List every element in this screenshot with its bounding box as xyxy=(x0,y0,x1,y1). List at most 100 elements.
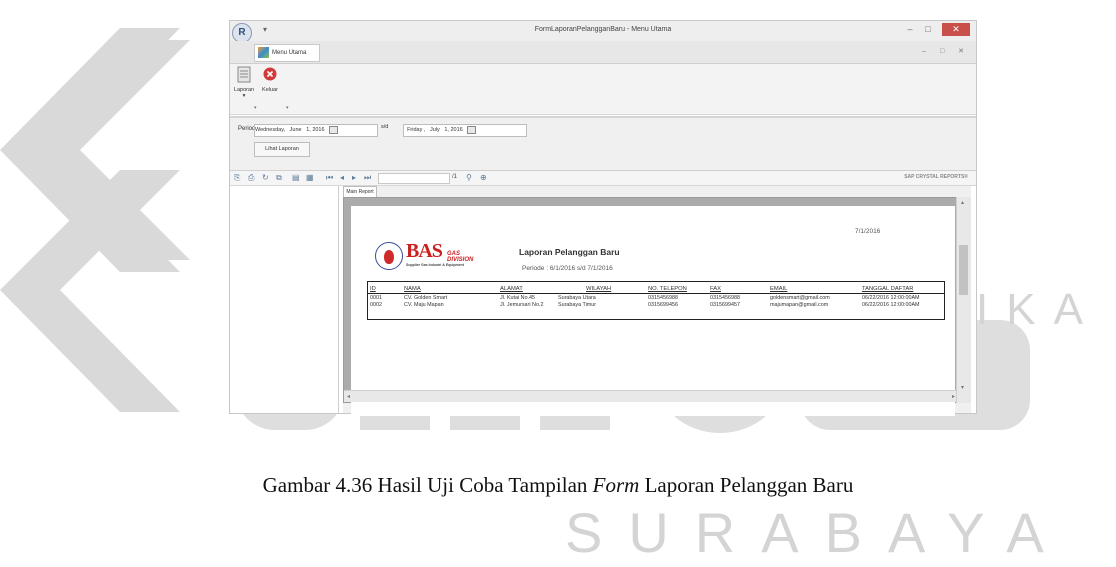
first-page-icon[interactable]: ⏮ xyxy=(326,173,333,183)
group-arrow-icon-2[interactable]: ▾ xyxy=(286,105,289,111)
title-bar: R ▾ FormLaporanPelangganBaru - Menu Utam… xyxy=(230,21,976,43)
ribbon: Laporan ▾ Keluar ▾ ▾ xyxy=(230,64,976,115)
keluar-label: Keluar xyxy=(262,87,278,93)
zoom-icon[interactable]: ⊕ xyxy=(480,173,487,182)
start-date: 1, 2016 xyxy=(306,127,325,133)
cell-nama: CV. Golden Smart xyxy=(404,295,448,301)
caption-prefix: Gambar 4.36 Hasil Uji Coba Tampilan xyxy=(262,473,593,497)
cell-tanggal: 06/22/2016 12:00:00AM xyxy=(862,302,920,308)
horizontal-scrollbar[interactable]: ◂ ▸ xyxy=(344,390,958,402)
caption-italic: Form xyxy=(592,473,640,497)
sap-brand: SAP CRYSTAL REPORTS® xyxy=(904,174,968,180)
report-area: Main Report BAS GAS DIVISION Supplier Ga… xyxy=(343,186,971,416)
bas-logo: BAS GAS DIVISION Supplier Gas Industri &… xyxy=(375,239,487,275)
column-header: NAMA xyxy=(404,286,421,292)
report-title: Laporan Pelanggan Baru xyxy=(519,247,620,257)
lihat-laporan-button[interactable]: Lihat Laporan xyxy=(254,142,310,157)
filter-panel: Periode Wednesday, June 1, 2016 s/d Frid… xyxy=(230,118,976,171)
start-date-picker[interactable]: Wednesday, June 1, 2016 xyxy=(254,124,378,137)
scroll-right-icon[interactable]: ▸ xyxy=(952,393,955,400)
column-header: FAX xyxy=(710,286,721,292)
cell-fax: 0315456988 xyxy=(710,295,740,301)
cell-telepon: 0315699456 xyxy=(648,302,678,308)
scroll-thumb[interactable] xyxy=(959,245,968,295)
header-divider xyxy=(368,293,944,294)
column-header: TANGGAL DAFTAR xyxy=(862,286,914,292)
prev-page-icon[interactable]: ◂ xyxy=(340,173,344,182)
cell-nama: CV. Maju Mapan xyxy=(404,302,444,308)
group-arrow-icon[interactable]: ▾ xyxy=(254,105,257,111)
tab-label: Menu Utama xyxy=(272,50,307,56)
copy-icon[interactable]: ⧉ xyxy=(276,173,282,183)
cell-id: 0001 xyxy=(370,295,382,301)
report-page: BAS GAS DIVISION Supplier Gas Industri &… xyxy=(351,206,955,416)
flame-icon xyxy=(375,242,403,270)
find-icon[interactable]: ⚲ xyxy=(466,173,472,182)
cell-fax: 0315699457 xyxy=(710,302,740,308)
keluar-button[interactable]: Keluar xyxy=(258,66,282,93)
scroll-left-icon[interactable]: ◂ xyxy=(347,393,350,400)
cell-email: goldensmart@gmail.com xyxy=(770,295,830,301)
cell-tanggal: 06/22/2016 12:00:00AM xyxy=(862,295,920,301)
cell-alamat: Jl. Jemursari No.2 xyxy=(500,302,544,308)
logo-tagline: Supplier Gas Industri & Equipment xyxy=(406,263,464,267)
app-window: R ▾ FormLaporanPelangganBaru - Menu Utam… xyxy=(229,20,977,416)
cell-telepon: 0315456988 xyxy=(648,295,678,301)
caption-suffix: Laporan Pelanggan Baru xyxy=(639,473,854,497)
scroll-up-icon[interactable]: ▴ xyxy=(961,199,964,206)
cell-wilayah: Surabaya Utara xyxy=(558,295,596,301)
last-page-icon[interactable]: ⏭ xyxy=(364,173,371,183)
column-header: ALAMAT xyxy=(500,286,523,292)
group-tree-icon[interactable]: ▤ xyxy=(292,173,300,182)
cell-alamat: Jl. Kutai No.45 xyxy=(500,295,536,301)
figure-caption: Gambar 4.36 Hasil Uji Coba Tampilan Form… xyxy=(0,473,1116,498)
menu-grid-icon xyxy=(258,47,269,58)
report-icon xyxy=(237,66,251,83)
tab-menu-utama[interactable]: Menu Utama xyxy=(254,44,320,62)
cell-id: 0002 xyxy=(370,302,382,308)
report-periode: Periode : 6/1/2016 s/d 7/1/2016 xyxy=(522,265,613,272)
minimize-button[interactable]: – xyxy=(901,23,919,36)
customer-table: ID NAMA ALAMAT WILAYAH NO. TELEPON FAX E… xyxy=(367,281,945,320)
laporan-button[interactable]: Laporan ▾ xyxy=(232,66,256,99)
start-month: June xyxy=(289,127,302,133)
next-page-icon[interactable]: ▸ xyxy=(352,173,356,182)
mdi-tab-bar: Menu Utama – □ ✕ xyxy=(230,41,976,64)
watermark-surabaya: SURABAYA xyxy=(565,501,1070,564)
close-button[interactable]: ✕ xyxy=(942,23,970,36)
cell-email: majumapan@gmail.com xyxy=(770,302,829,308)
export-icon[interactable]: ⎘ xyxy=(234,173,240,183)
column-header: WILAYAH xyxy=(586,286,612,292)
vertical-scrollbar[interactable]: ▴ ▾ xyxy=(956,197,971,403)
logo-division: GAS DIVISION xyxy=(447,251,474,263)
column-header: NO. TELEPON xyxy=(648,286,687,292)
column-header: ID xyxy=(370,286,376,292)
exit-icon xyxy=(263,67,277,81)
page-number-input[interactable] xyxy=(378,173,450,184)
cell-wilayah: Surabaya Timur xyxy=(558,302,597,308)
dropdown-arrow-icon: ▾ xyxy=(242,93,246,99)
group-tree-panel xyxy=(230,186,339,413)
column-header: EMAIL xyxy=(770,286,788,292)
scroll-down-icon[interactable]: ▾ xyxy=(961,384,964,391)
logo-wordmark: BAS xyxy=(406,240,443,262)
page-count: /1 xyxy=(452,174,458,180)
parameters-icon[interactable]: ▦ xyxy=(306,173,314,182)
mdi-window-controls[interactable]: – □ ✕ xyxy=(922,47,970,55)
start-day: Wednesday, xyxy=(255,127,286,133)
end-month: July xyxy=(430,127,440,133)
report-print-date: 7/1/2016 xyxy=(855,228,881,235)
end-day: Friday xyxy=(407,127,423,133)
sd-label: s/d xyxy=(381,124,389,130)
end-date-picker[interactable]: Friday , July 1, 2016 xyxy=(403,124,527,137)
end-date: 1, 2016 xyxy=(444,127,463,133)
report-viewer: BAS GAS DIVISION Supplier Gas Industri &… xyxy=(343,197,959,416)
window-title: FormLaporanPelangganBaru - Menu Utama xyxy=(534,26,672,33)
end-sep: , xyxy=(423,127,426,133)
maximize-button[interactable]: □ xyxy=(919,23,937,36)
print-icon[interactable]: ⎙ xyxy=(248,173,254,183)
refresh-icon[interactable]: ↻ xyxy=(262,173,269,182)
calendar-icon[interactable] xyxy=(329,125,339,134)
calendar-icon-2[interactable] xyxy=(467,125,477,134)
report-toolbar: ⎘ ⎙ ↻ ⧉ ▤ ▦ ⏮ ◂ ▸ ⏭ /1 ⚲ ⊕ SAP CRYSTAL R… xyxy=(230,171,976,186)
